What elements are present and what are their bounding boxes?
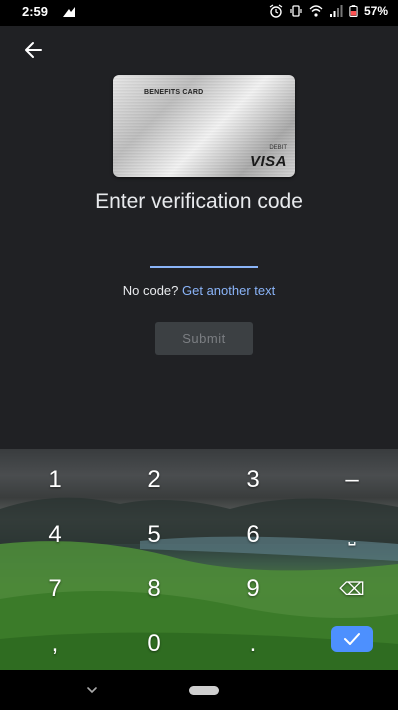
key-minus[interactable]: – (317, 460, 387, 500)
back-arrow-icon[interactable] (22, 38, 46, 62)
verification-code-input[interactable] (150, 242, 258, 268)
key-9[interactable]: 9 (218, 569, 288, 609)
card-debit-label: DEBIT (269, 145, 287, 151)
key-6[interactable]: 6 (218, 515, 288, 555)
status-icons: 57% (269, 4, 388, 18)
key-comma[interactable]: , (20, 624, 90, 664)
card-title: BENEFITS CARD (144, 89, 204, 96)
key-1[interactable]: 1 (20, 460, 90, 500)
chevron-down-icon[interactable] (84, 682, 100, 698)
key-5[interactable]: 5 (119, 515, 189, 555)
battery-icon (349, 5, 358, 17)
key-4[interactable]: 4 (20, 515, 90, 555)
card-brand-logo: VISA (249, 153, 287, 170)
no-code-text: No code? (122, 283, 179, 298)
get-another-text-link[interactable]: Get another text (182, 283, 275, 298)
resend-row: No code? Get another text (0, 283, 398, 298)
key-2[interactable]: 2 (119, 460, 189, 500)
backspace-key[interactable]: ⌫ (317, 569, 387, 609)
key-8[interactable]: 8 (119, 569, 189, 609)
status-bar: 2:59 57% (0, 0, 398, 26)
home-pill[interactable] (189, 686, 219, 695)
benefits-card-image: BENEFITS CARD DEBIT VISA (113, 75, 295, 177)
done-key[interactable] (331, 626, 373, 652)
checkmark-icon (344, 633, 360, 645)
submit-button[interactable]: Submit (155, 322, 253, 355)
key-7[interactable]: 7 (20, 569, 90, 609)
numeric-keyboard: 1 2 3 – 4 5 6 ⎵ 7 8 9 ⌫ , 0 . (0, 449, 398, 670)
battery-percentage: 57% (363, 4, 388, 18)
key-0[interactable]: 0 (119, 624, 189, 664)
alarm-icon (269, 4, 283, 18)
status-time: 2:59 (22, 4, 49, 19)
key-3[interactable]: 3 (218, 460, 288, 500)
page-title: Enter verification code (95, 190, 303, 213)
notification-icon (63, 7, 75, 17)
verification-screen: 2:59 57% BENEFITS CARD DEBIT VISA Enter … (0, 0, 398, 710)
wifi-icon (309, 5, 323, 17)
key-period[interactable]: . (218, 624, 288, 664)
signal-icon (329, 5, 343, 17)
vibrate-icon (290, 5, 302, 17)
key-space[interactable]: ⎵ (317, 515, 387, 555)
